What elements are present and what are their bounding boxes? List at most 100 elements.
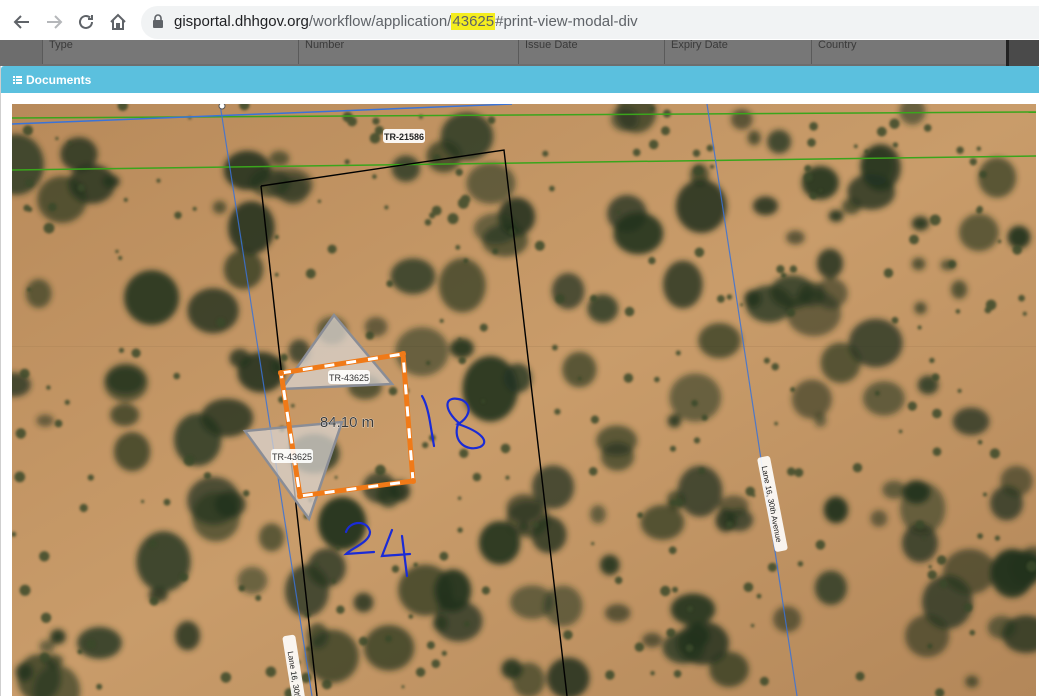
- shrub: [794, 468, 804, 478]
- shrub: [492, 248, 499, 255]
- shrub: [439, 318, 444, 323]
- tree-cluster: [791, 379, 832, 419]
- shrub: [672, 586, 678, 593]
- home-button[interactable]: [106, 10, 130, 34]
- shrub: [291, 403, 295, 408]
- shrub: [39, 652, 50, 663]
- shrub: [131, 348, 141, 358]
- shrub: [666, 628, 676, 638]
- tree-cluster: [353, 592, 374, 613]
- shrub: [280, 353, 288, 362]
- plot-label-upper: TR-43625: [328, 370, 370, 384]
- shrub: [163, 498, 171, 506]
- shrub: [931, 373, 940, 382]
- modal-title: Documents: [13, 73, 91, 87]
- shrub: [909, 234, 919, 245]
- tree-cluster: [110, 403, 140, 427]
- shrub: [892, 142, 899, 148]
- shrub: [767, 562, 778, 572]
- shrub: [447, 213, 459, 225]
- shrub: [14, 471, 26, 483]
- shrub: [331, 579, 336, 584]
- shrub: [670, 445, 676, 452]
- tree-cluster: [562, 351, 597, 388]
- tree-cluster: [517, 521, 530, 533]
- tree-cluster: [269, 150, 290, 166]
- shrub: [977, 439, 983, 445]
- shrub: [1018, 294, 1025, 302]
- tree-cluster: [363, 625, 415, 671]
- back-button[interactable]: [10, 10, 34, 34]
- documents-modal: Documents TR-21586 TR-43625 TR-43625 84.…: [0, 66, 1039, 696]
- shrub: [563, 630, 573, 640]
- shrub: [334, 475, 338, 479]
- shrub: [616, 210, 621, 215]
- shrub: [864, 149, 869, 155]
- shrub: [422, 442, 429, 449]
- shrub: [577, 376, 582, 381]
- shrub: [317, 199, 322, 203]
- shrub: [86, 639, 97, 649]
- shrub: [750, 623, 755, 628]
- shrub: [956, 146, 964, 154]
- shrub: [649, 139, 659, 150]
- forward-button[interactable]: [42, 10, 66, 34]
- tree-cluster: [390, 258, 436, 295]
- tree-cluster: [816, 248, 844, 279]
- shrub: [1012, 245, 1022, 255]
- shrub: [358, 636, 368, 646]
- shrub: [388, 386, 398, 396]
- shrub: [441, 650, 447, 656]
- tree-cluster: [478, 521, 521, 565]
- shrub: [424, 219, 432, 226]
- shrub: [939, 579, 948, 589]
- tree-cluster: [663, 260, 703, 309]
- tree-cluster: [506, 493, 543, 523]
- reload-button[interactable]: [74, 10, 98, 34]
- tree-cluster: [958, 213, 999, 252]
- shrub: [687, 605, 694, 612]
- tree-cluster: [943, 548, 996, 595]
- tree-cluster: [175, 621, 201, 651]
- shrub: [174, 211, 182, 219]
- tree-cluster: [192, 492, 240, 542]
- tree-cluster: [911, 257, 926, 271]
- shrub: [372, 174, 377, 179]
- shrub: [68, 141, 72, 145]
- shrub: [118, 347, 125, 353]
- shrub: [963, 603, 973, 612]
- shrub: [19, 584, 31, 596]
- shrub: [693, 437, 701, 444]
- shrub: [928, 565, 932, 569]
- shrub: [39, 551, 50, 562]
- shrub: [983, 492, 987, 497]
- shrub: [661, 126, 670, 136]
- url-text[interactable]: gisportal.dhhgov.org/workflow/applicatio…: [174, 13, 638, 30]
- tree-cluster: [823, 496, 849, 524]
- tree-cluster: [438, 258, 486, 313]
- shrub: [774, 421, 778, 426]
- shrub: [455, 168, 463, 176]
- shrub: [927, 570, 937, 580]
- shrub: [372, 117, 380, 125]
- svg-text:TR-21586: TR-21586: [384, 132, 424, 142]
- shrub: [815, 540, 826, 550]
- shrub: [927, 643, 933, 649]
- shrub: [431, 205, 442, 216]
- shrub: [648, 256, 656, 265]
- shrub: [726, 521, 734, 529]
- shrub: [855, 671, 865, 681]
- shrub: [623, 373, 634, 383]
- shrub: [929, 214, 941, 226]
- arrow-right-icon: [47, 15, 63, 29]
- shrub: [265, 666, 277, 678]
- shrub: [932, 447, 942, 457]
- shrub: [55, 136, 59, 141]
- map-view[interactable]: TR-21586 TR-43625 TR-43625 84.10 m Lane …: [12, 104, 1036, 696]
- shrub: [883, 268, 894, 278]
- shrub: [426, 641, 435, 650]
- tree-cluster: [952, 407, 990, 436]
- shrub: [156, 178, 161, 183]
- shrub: [673, 670, 682, 678]
- shrub: [365, 331, 374, 340]
